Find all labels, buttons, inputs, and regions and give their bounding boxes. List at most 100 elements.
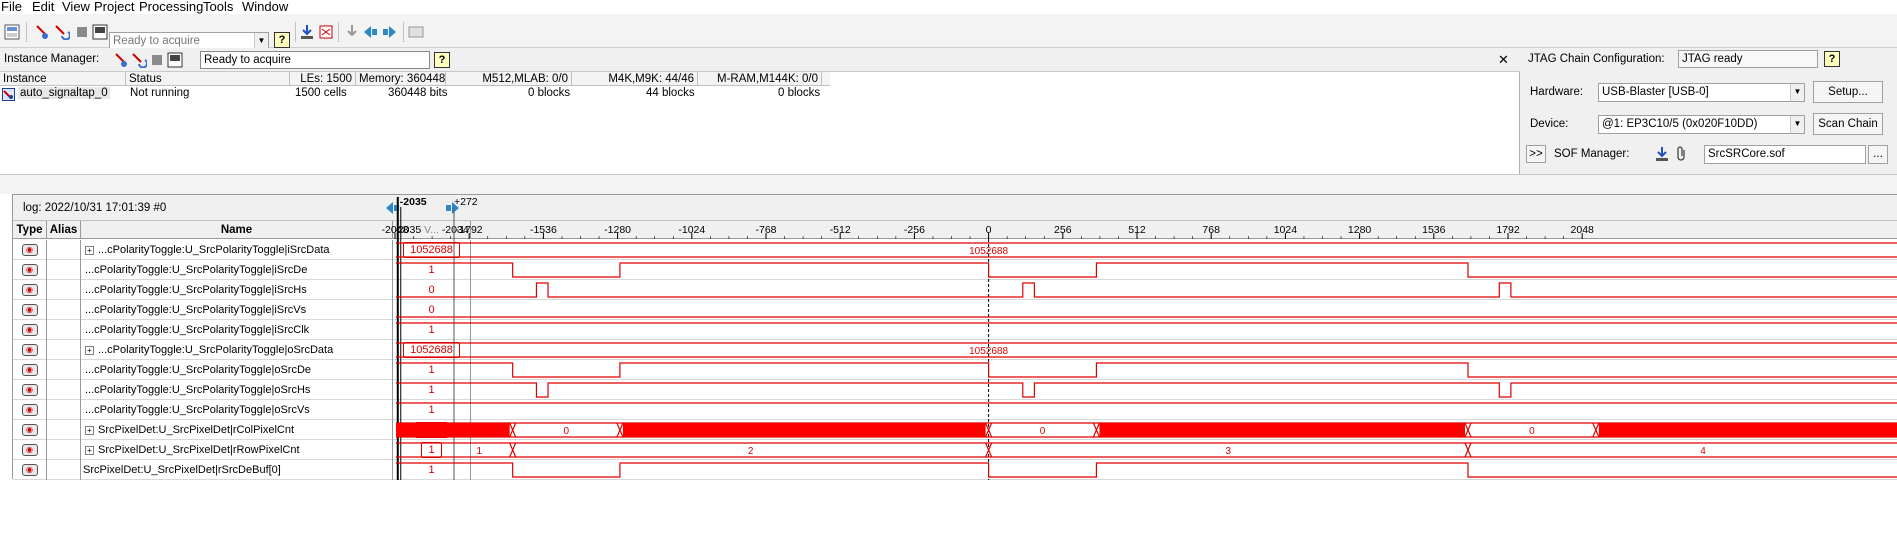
- bus-value-label: 1052688: [969, 246, 1008, 257]
- waveform-panel: log: 2022/10/31 17:01:39 #0 Type Alias N…: [12, 194, 1897, 480]
- jtag-status-field: JTAG ready: [1678, 50, 1818, 68]
- help-button[interactable]: ?: [434, 52, 450, 68]
- expand-button[interactable]: >>: [1526, 145, 1546, 163]
- col-memory[interactable]: Memory: 360448: [356, 72, 446, 86]
- ruler-tick-label: 512: [1128, 224, 1146, 236]
- ruler-tick-label: -2048: [382, 224, 409, 236]
- menu-processing[interactable]: Processing: [139, 0, 203, 13]
- instance-manager-icon[interactable]: [4, 24, 20, 40]
- menu-tools[interactable]: Tools: [203, 0, 233, 13]
- autorun-analysis-icon[interactable]: [54, 24, 70, 40]
- waveform-canvas[interactable]: -2048 -1792 -1536 -1280 -1024 -768 -512 -256 0 25…: [13, 195, 1897, 480]
- instance-manager-label: Instance Manager:: [4, 53, 100, 65]
- help-button[interactable]: ?: [1824, 51, 1840, 67]
- ruler-tick-label: 768: [1202, 224, 1220, 236]
- sof-file-field[interactable]: SrcSRCore.sof: [1704, 145, 1866, 164]
- run-analysis-icon[interactable]: [34, 24, 50, 40]
- device-select[interactable]: @1: EP3C10/5 (0x020F10DD) ▼: [1598, 115, 1805, 134]
- jtag-chain-panel: JTAG Chain Configuration: JTAG ready ? H…: [1520, 48, 1897, 174]
- stop-analysis-icon[interactable]: [149, 52, 165, 68]
- instance-icon: [2, 88, 15, 101]
- stop-analysis-icon[interactable]: [74, 24, 90, 40]
- device-label: Device:: [1530, 118, 1569, 130]
- program-device-icon[interactable]: [1654, 146, 1670, 162]
- chevron-down-icon[interactable]: ▼: [254, 33, 268, 49]
- ruler-tick-label: 1536: [1422, 224, 1446, 236]
- bus-value-label: 1052688: [969, 346, 1008, 357]
- menu-window[interactable]: Window: [242, 0, 288, 13]
- close-icon[interactable]: ✕: [1498, 52, 1509, 68]
- read-data-icon[interactable]: [167, 52, 183, 68]
- bus-solid-region: [1598, 423, 1897, 437]
- signal-waveform: [396, 282, 1897, 298]
- run-analysis-icon[interactable]: [113, 52, 129, 68]
- chevron-down-icon[interactable]: ▼: [1790, 84, 1804, 101]
- read-data-icon[interactable]: [92, 24, 108, 40]
- col-les[interactable]: LEs: 1500: [290, 72, 356, 86]
- setup-button[interactable]: Setup...: [1813, 81, 1883, 103]
- next-transition-icon[interactable]: [382, 24, 398, 40]
- chevron-down-icon[interactable]: ▼: [1790, 116, 1804, 133]
- bus-transition: [1464, 422, 1472, 438]
- signal-waveform: [396, 262, 1897, 278]
- ruler-tick-label: 1024: [1274, 224, 1298, 236]
- menu-file[interactable]: File: [1, 0, 22, 13]
- instance-manager-panel: Instance Manager: Ready to acquire ? ✕ I…: [0, 48, 1520, 174]
- menu-project[interactable]: Project: [94, 0, 134, 13]
- panel-divider: [0, 174, 1897, 194]
- bus-value-label: 1: [477, 446, 483, 457]
- bus-value-label: 0: [564, 426, 570, 437]
- bus-solid-region: [622, 423, 986, 437]
- ruler-tick-label: -256: [904, 224, 925, 236]
- prev-transition-icon[interactable]: [362, 24, 378, 40]
- ruler-tick-label: -1280: [604, 224, 631, 236]
- col-m512[interactable]: M512,MLAB: 0/0: [446, 72, 572, 86]
- browse-button[interactable]: ...: [1868, 145, 1888, 164]
- bus-transition: [1592, 422, 1600, 438]
- attachment-icon[interactable]: [1674, 146, 1690, 162]
- bus-value-label: 2: [748, 446, 754, 457]
- sof-manager-label: SOF Manager:: [1554, 148, 1630, 160]
- bus-value-label: 4: [1700, 446, 1706, 457]
- menu-bar: File Edit View Project Processing Tools …: [0, 0, 1897, 14]
- download-icon[interactable]: [344, 24, 360, 40]
- signal-waveform: [396, 362, 1897, 378]
- bus-transition: [1092, 422, 1100, 438]
- bus-value-label: 0: [1529, 426, 1535, 437]
- help-button[interactable]: ?: [274, 32, 290, 48]
- save-file-icon[interactable]: [318, 24, 334, 40]
- autorun-analysis-icon[interactable]: [131, 52, 147, 68]
- col-status[interactable]: Status: [126, 72, 290, 86]
- bus-transition: [509, 442, 517, 458]
- signal-waveform: [396, 382, 1897, 398]
- menu-view[interactable]: View: [62, 0, 90, 13]
- col-m4k[interactable]: M4K,M9K: 44/46: [572, 72, 698, 86]
- ruler-tick-label: -1024: [678, 224, 705, 236]
- bus-solid-region: [1099, 423, 1466, 437]
- ruler-tick-label: 1280: [1348, 224, 1372, 236]
- node-finder-icon[interactable]: [408, 24, 424, 40]
- toolbar: Ready to acquire ▼ ?: [0, 14, 1897, 50]
- hardware-label: Hardware:: [1530, 86, 1584, 98]
- signal-waveform: [396, 462, 1897, 478]
- ruler-tick-label: 256: [1054, 224, 1072, 236]
- col-instance[interactable]: Instance: [0, 72, 126, 86]
- cursor-label-left: -2035: [400, 196, 427, 208]
- ruler-tick-label: 0: [986, 224, 992, 236]
- instance-table-header: Instance Status LEs: 1500 Memory: 360448…: [0, 72, 830, 86]
- hardware-select[interactable]: USB-Blaster [USB-0] ▼: [1598, 83, 1805, 102]
- col-mram[interactable]: M-RAM,M144K: 0/0: [698, 72, 822, 86]
- ruler-tick-label: 2048: [1571, 224, 1595, 236]
- ruler-tick-label: -768: [755, 224, 776, 236]
- bus-transition: [1464, 442, 1472, 458]
- program-device-icon[interactable]: [299, 24, 315, 40]
- jtag-title: JTAG Chain Configuration:: [1528, 53, 1665, 65]
- bus-transition: [616, 422, 624, 438]
- ruler-tick-label: 1792: [1496, 224, 1520, 236]
- cursor-label-right: +272: [454, 196, 478, 208]
- ruler-tick-label: -1536: [530, 224, 557, 236]
- instance-manager-header: Instance Manager: Ready to acquire ? ✕: [0, 48, 1520, 72]
- table-row[interactable]: auto_signaltap_0 Not running 1500 cells …: [0, 87, 830, 102]
- menu-edit[interactable]: Edit: [32, 0, 54, 13]
- scan-chain-button[interactable]: Scan Chain: [1813, 113, 1883, 135]
